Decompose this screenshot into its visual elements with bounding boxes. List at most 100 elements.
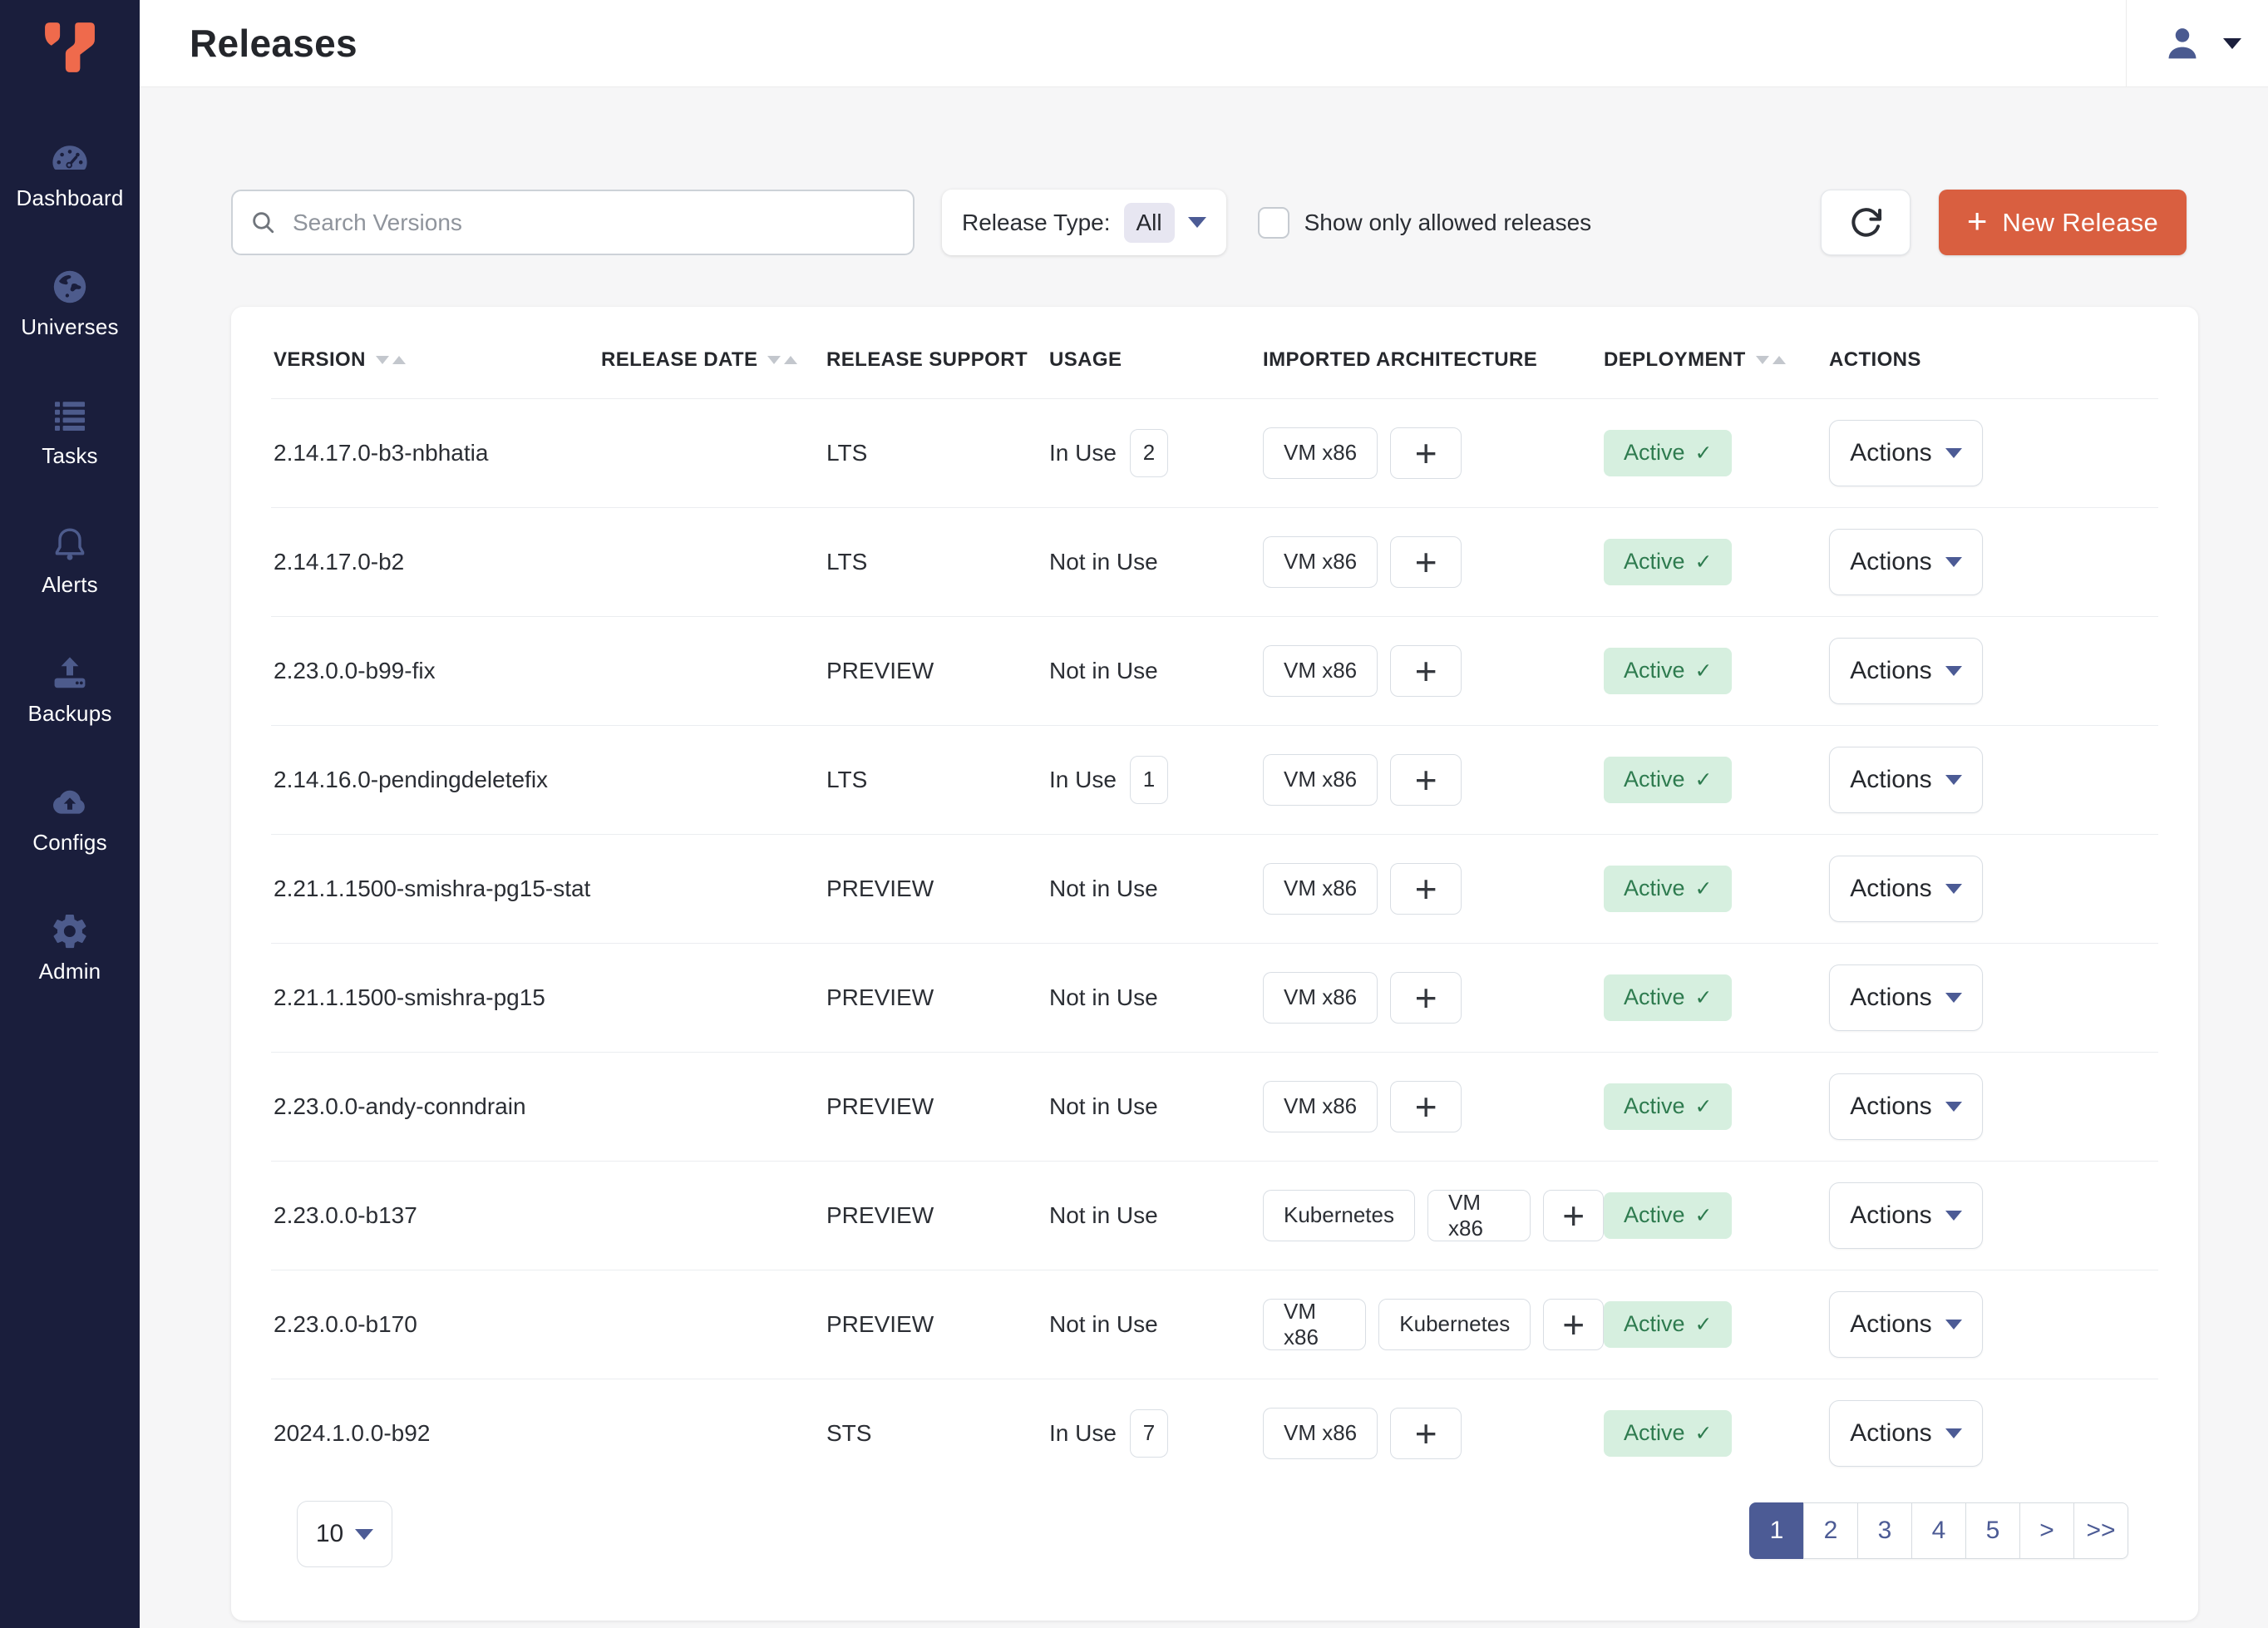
actions-cell: Actions [1829,529,2156,595]
actions-label: Actions [1850,657,1931,685]
sort-icons [767,356,797,364]
new-release-button[interactable]: + New Release [1939,190,2187,255]
sidebar-item-universes[interactable]: Universes [0,267,140,396]
actions-button[interactable]: Actions [1829,964,1983,1031]
add-architecture-button[interactable]: + [1390,754,1462,806]
page-button-4[interactable]: 4 [1911,1502,1966,1559]
last-page-button[interactable]: >> [2073,1502,2128,1559]
actions-button[interactable]: Actions [1829,1400,1983,1467]
column-header-release-date[interactable]: RELEASE DATE [601,348,826,372]
actions-button[interactable]: Actions [1829,1291,1983,1358]
gear-icon [50,911,90,951]
add-architecture-button[interactable]: + [1390,645,1462,697]
show-allowed-checkbox[interactable] [1258,207,1289,239]
add-architecture-button[interactable]: + [1390,427,1462,479]
usage-label: Not in Use [1049,1311,1158,1338]
actions-button[interactable]: Actions [1829,420,1983,486]
actions-button[interactable]: Actions [1829,1182,1983,1249]
chevron-down-icon [1945,1428,1962,1438]
actions-cell: Actions [1829,1073,2156,1140]
add-architecture-button[interactable]: + [1390,536,1462,588]
search-input[interactable] [231,190,915,255]
upload-icon [50,654,90,693]
actions-button[interactable]: Actions [1829,638,1983,704]
version-cell: 2.14.17.0-b3-nbhatia [274,440,601,466]
add-architecture-button[interactable]: + [1390,972,1462,1024]
add-architecture-button[interactable]: + [1390,1081,1462,1132]
page-button-5[interactable]: 5 [1965,1502,2020,1559]
chevron-down-icon [1945,557,1962,567]
sidebar-item-backups[interactable]: Backups [0,654,140,782]
column-label: RELEASE SUPPORT [826,348,1028,372]
architecture-chip: VM x86 [1263,427,1378,479]
search-box [231,190,915,255]
refresh-icon [1847,205,1884,241]
deployment-status-badge: Active✓ [1604,1192,1732,1239]
deployment-status-label: Active [1624,1093,1685,1119]
check-icon: ✓ [1695,985,1713,1010]
deployment-status-label: Active [1624,1420,1685,1446]
actions-button[interactable]: Actions [1829,1073,1983,1140]
chevron-down-icon [2223,38,2241,49]
column-header-deployment[interactable]: DEPLOYMENT [1604,348,1829,372]
usage-cell: In Use2 [1049,429,1263,477]
add-architecture-button[interactable]: + [1390,863,1462,915]
usage-cell: Not in Use [1049,1311,1263,1338]
check-icon: ✓ [1695,659,1713,683]
sidebar-item-configs[interactable]: Configs [0,782,140,911]
actions-button[interactable]: Actions [1829,747,1983,813]
check-icon: ✓ [1695,441,1713,466]
architecture-chip: VM x86 [1263,972,1378,1024]
chevron-down-icon [1945,884,1962,894]
table-row: 2.21.1.1500-smishra-pg15-statPREVIEWNot … [231,834,2198,943]
column-label: VERSION [274,348,366,372]
add-architecture-button[interactable]: + [1543,1190,1604,1241]
table-row: 2.23.0.0-b99-fixPREVIEWNot in UseVM x86+… [231,616,2198,725]
topbar: Releases [140,0,2268,87]
yugabyte-logo[interactable] [43,22,96,73]
refresh-button[interactable] [1821,190,1911,255]
actions-cell: Actions [1829,856,2156,922]
task-list-icon [50,396,90,436]
sidebar-item-label: Admin [39,959,101,984]
actions-button[interactable]: Actions [1829,856,1983,922]
deployment-cell: Active✓ [1604,430,1829,476]
usage-count-badge: 1 [1130,756,1168,804]
actions-button[interactable]: Actions [1829,529,1983,595]
add-architecture-button[interactable]: + [1390,1408,1462,1459]
actions-label: Actions [1850,875,1931,903]
page-size-select[interactable]: 10 [297,1501,392,1567]
dashboard-gauge-icon [50,138,90,178]
add-architecture-button[interactable]: + [1543,1299,1604,1350]
sidebar-item-label: Dashboard [17,185,124,211]
column-label: USAGE [1049,348,1122,372]
page-button-1[interactable]: 1 [1749,1502,1804,1559]
sort-icons [1756,356,1786,364]
user-menu-button[interactable] [2127,0,2268,86]
usage-label: In Use [1049,1420,1117,1447]
sidebar-item-tasks[interactable]: Tasks [0,396,140,525]
actions-label: Actions [1850,548,1931,576]
release-support-cell: LTS [826,440,1049,466]
architecture-cell: VM x86+ [1263,536,1604,588]
sidebar-item-alerts[interactable]: Alerts [0,525,140,654]
page-button-3[interactable]: 3 [1857,1502,1912,1559]
deployment-cell: Active✓ [1604,539,1829,585]
deployment-status-badge: Active✓ [1604,1410,1732,1457]
pagination: 12345>>> [1749,1502,2128,1559]
deployment-status-label: Active [1624,767,1685,792]
sidebar-item-admin[interactable]: Admin [0,911,140,1040]
sort-desc-icon [376,356,389,364]
release-type-filter[interactable]: Release Type: All [942,190,1226,255]
column-header-version[interactable]: VERSION [274,348,601,372]
version-cell: 2.23.0.0-b170 [274,1311,601,1338]
page-button-2[interactable]: 2 [1803,1502,1858,1559]
check-icon: ✓ [1695,876,1713,901]
sidebar-item-dashboard[interactable]: Dashboard [0,138,140,267]
architecture-chip: VM x86 [1263,1408,1378,1459]
table-row: 2.14.17.0-b2LTSNot in UseVM x86+Active✓A… [231,507,2198,616]
usage-cell: Not in Use [1049,549,1263,575]
column-label: ACTIONS [1829,348,1921,372]
next-page-button[interactable]: > [2019,1502,2074,1559]
chevron-down-icon [1188,217,1206,228]
